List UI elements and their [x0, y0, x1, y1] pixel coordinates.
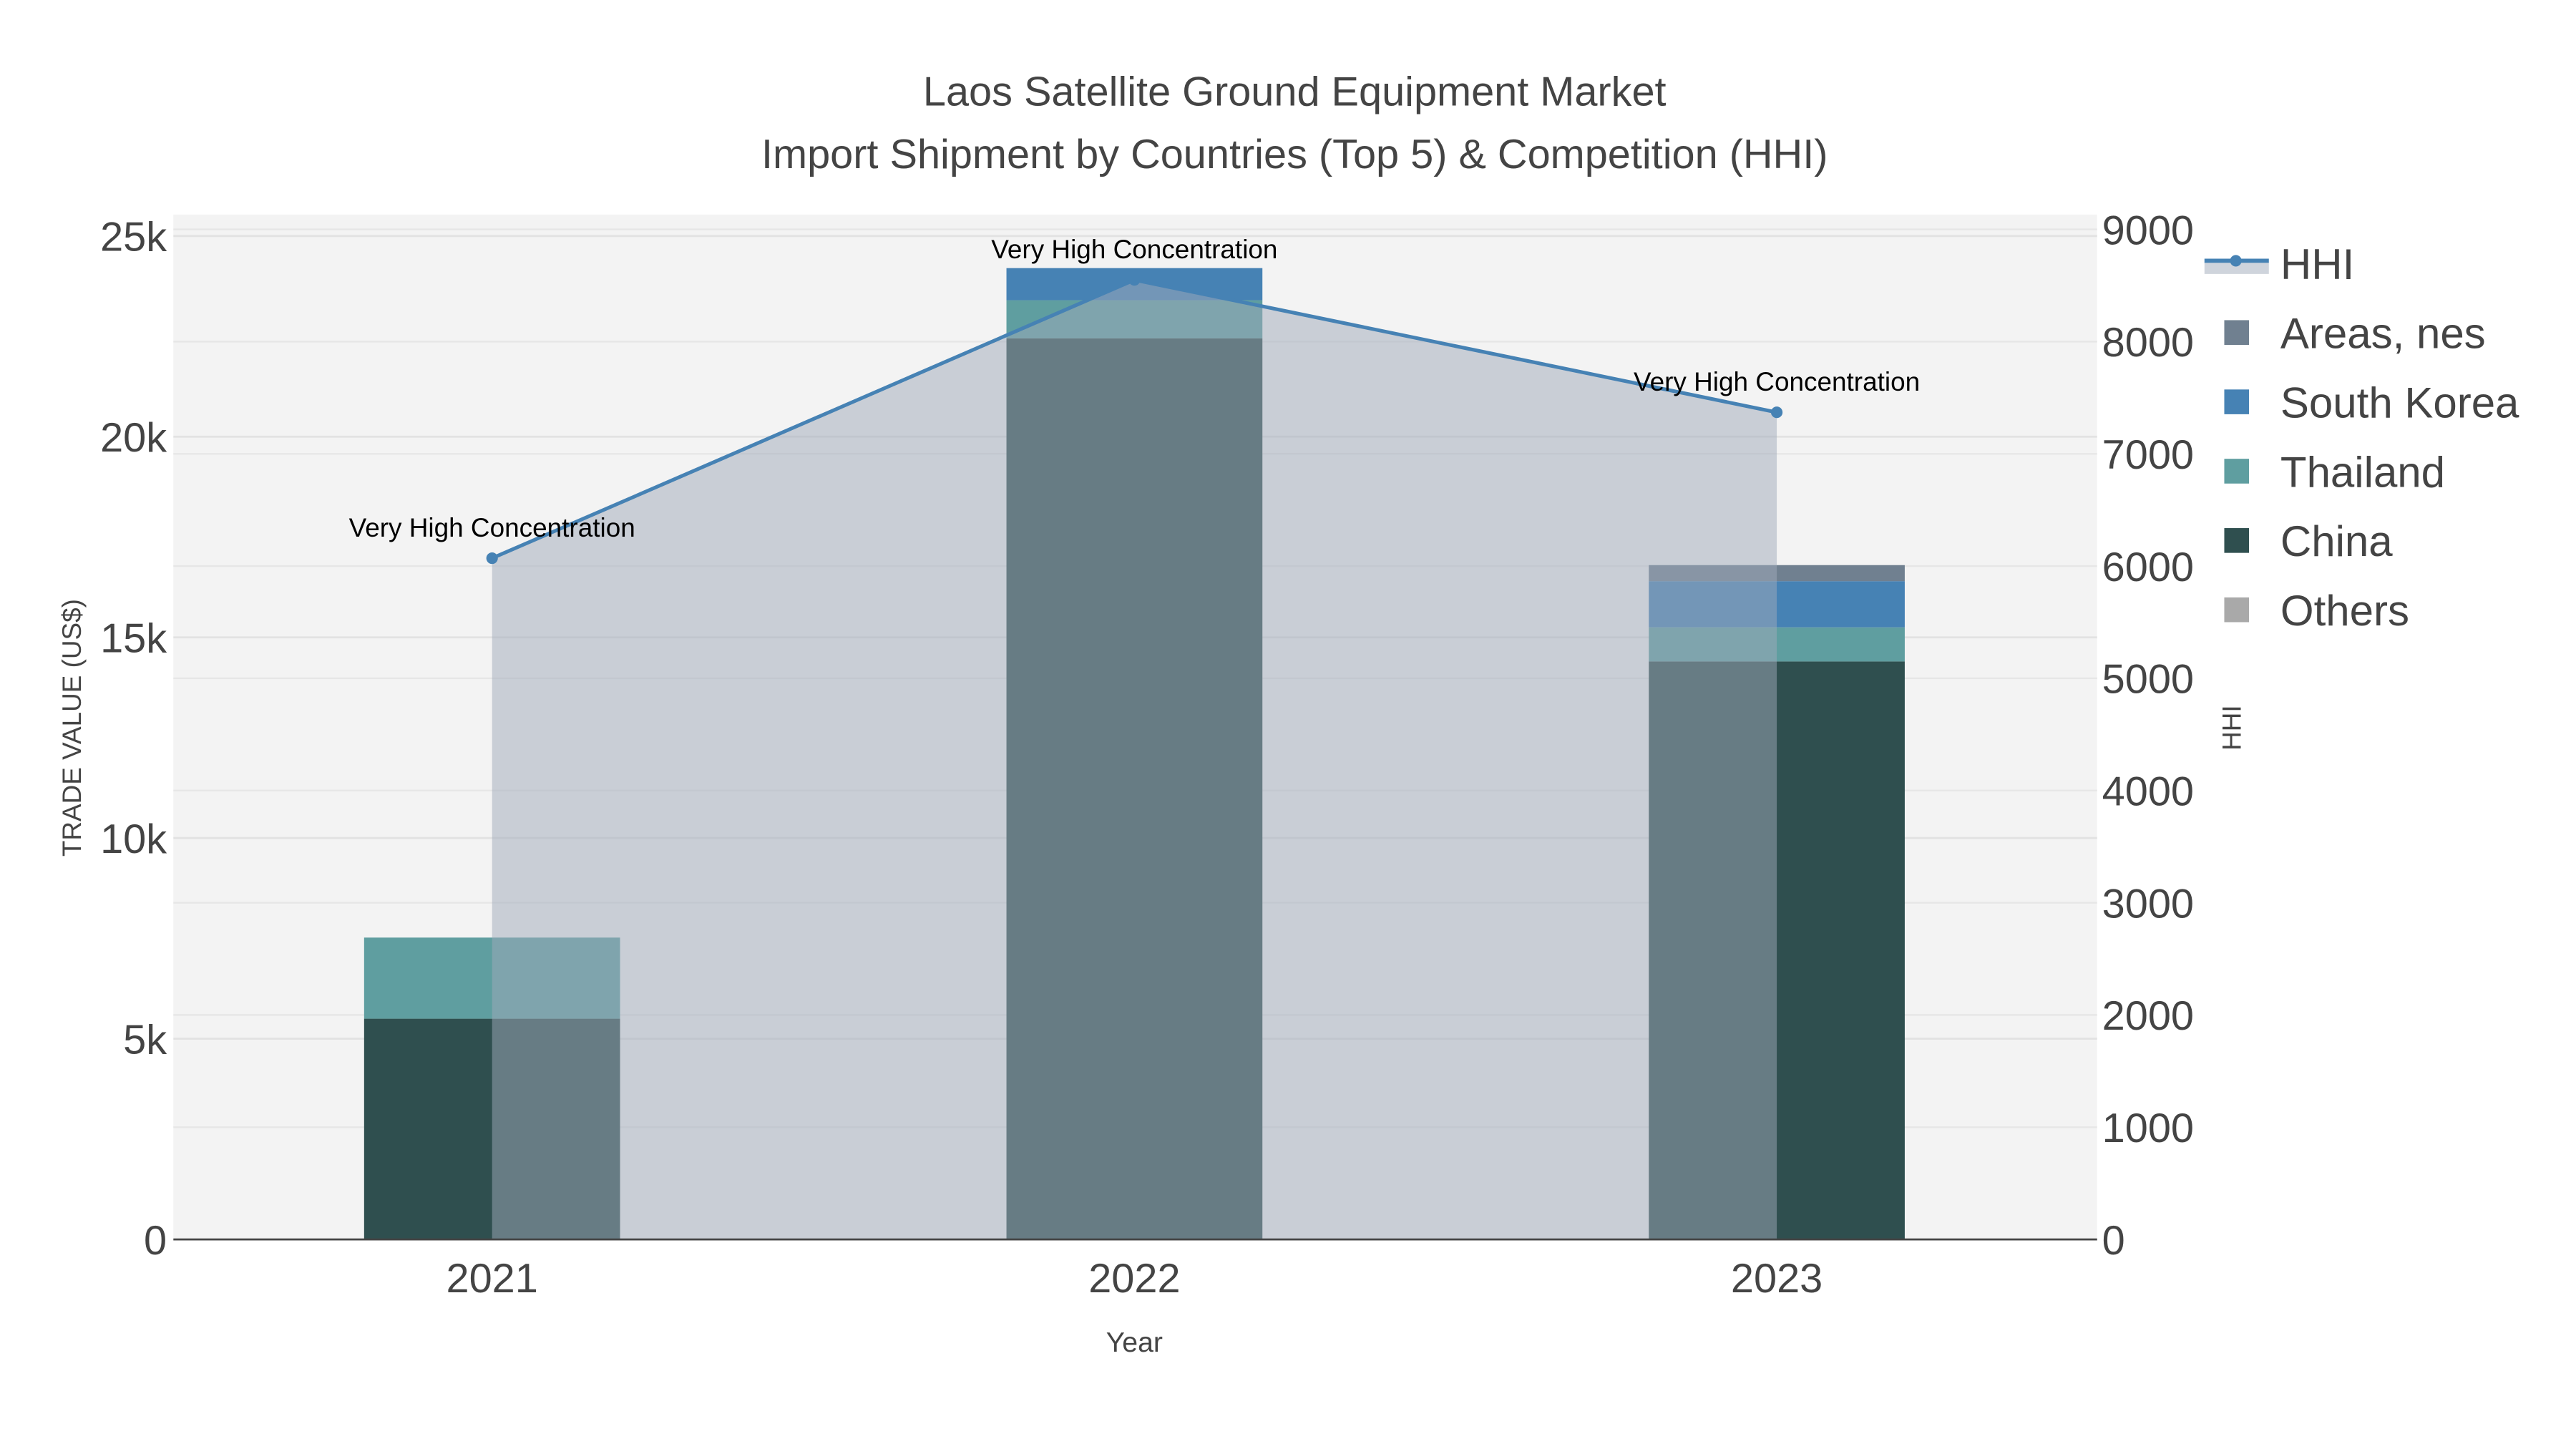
y2-tick-label: 2000 — [2102, 993, 2194, 1039]
legend-label: South Korea — [2280, 379, 2519, 427]
y-tick-label: 15k — [100, 615, 167, 661]
legend-swatch — [2224, 389, 2250, 414]
legend-swatch — [2224, 597, 2250, 623]
legend-label: China — [2280, 517, 2393, 565]
hhi-point-2022 — [1128, 274, 1141, 286]
y2-tick-label: 5000 — [2102, 657, 2194, 703]
y-tick-label: 0 — [144, 1218, 167, 1264]
y2-tick-label: 6000 — [2102, 545, 2194, 590]
x-axis-title: Year — [1106, 1327, 1163, 1358]
x-tick-label: 2021 — [447, 1256, 538, 1302]
x-tick-label: 2023 — [1731, 1256, 1823, 1302]
y-tick-label: 10k — [100, 816, 167, 862]
y2-tick-label: 8000 — [2102, 320, 2194, 366]
hhi-annotation: Very High Concentration — [1634, 367, 1920, 396]
chart: Very High Concentration Very High Concent… — [57, 69, 2519, 1358]
legend-hhi-marker — [2230, 255, 2242, 267]
legend-swatch — [2224, 320, 2250, 346]
legend-label: Areas, nes — [2280, 310, 2486, 358]
y2-tick-label: 0 — [2102, 1218, 2125, 1264]
legend-swatch — [2224, 528, 2250, 553]
legend-label: Others — [2280, 587, 2409, 635]
legend-swatch — [2224, 459, 2250, 484]
hhi-annotation: Very High Concentration — [991, 235, 1277, 264]
y2-tick-label: 9000 — [2102, 208, 2194, 253]
y-axis-title: TRADE VALUE (US$) — [57, 599, 87, 857]
hhi-point-2021 — [486, 552, 498, 565]
legend-item-china[interactable]: China — [2224, 517, 2393, 565]
hhi-point-2023 — [1771, 406, 1783, 419]
chart-title: Laos Satellite Ground Equipment Market — [923, 69, 1667, 115]
y-tick-label: 20k — [100, 415, 167, 461]
legend-label: Thailand — [2280, 448, 2445, 496]
y2-axis-title: HHI — [2218, 705, 2247, 751]
legend-item-others[interactable]: Others — [2224, 587, 2409, 635]
y2-tick-label: 3000 — [2102, 881, 2194, 927]
y2-tick-label: 1000 — [2102, 1106, 2194, 1151]
legend-item-south-korea[interactable]: South Korea — [2224, 379, 2519, 427]
legend-item-areas-nes[interactable]: Areas, nes — [2224, 310, 2486, 358]
y-tick-label: 25k — [100, 215, 167, 260]
hhi-annotation: Very High Concentration — [349, 513, 635, 542]
y2-tick-label: 7000 — [2102, 432, 2194, 478]
legend-label: HHI — [2280, 240, 2354, 288]
y-tick-label: 5k — [123, 1017, 167, 1063]
chart-subtitle: Import Shipment by Countries (Top 5) & C… — [761, 132, 1828, 177]
legend-item-hhi[interactable]: HHI — [2204, 240, 2354, 288]
legend-item-thailand[interactable]: Thailand — [2224, 448, 2445, 496]
x-tick-label: 2022 — [1088, 1256, 1180, 1302]
y2-tick-label: 4000 — [2102, 769, 2194, 815]
